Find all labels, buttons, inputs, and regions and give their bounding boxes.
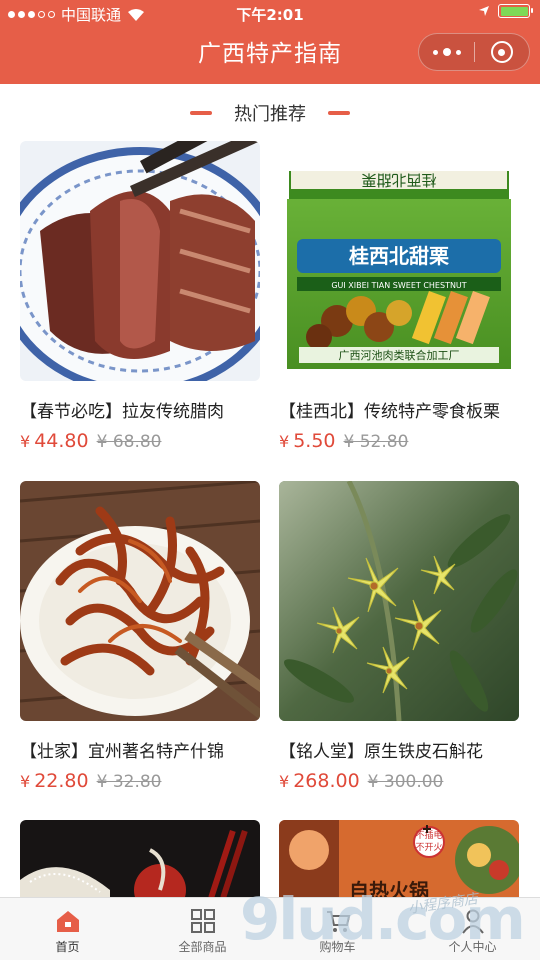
cart-icon (326, 911, 350, 932)
product-image-dendrobium-flowers[interactable] (279, 481, 519, 721)
box-label-subtitle: GUI XIBEI TIAN SWEET CHESTNUT (331, 281, 466, 290)
status-time: 下午2:01 (236, 6, 304, 24)
home-icon (56, 911, 79, 932)
tab-bar: 首页 全部商品 购物车 个人中心 (0, 897, 540, 960)
product-card-partial-hotpot[interactable]: 不插电 不开火 自热火锅 (279, 820, 519, 900)
section-bar-left (190, 111, 212, 115)
miniprogram-capsule (418, 33, 530, 71)
section-bar-right (328, 111, 350, 115)
tab-cart[interactable]: 购物车 (270, 898, 405, 960)
banner-stamp-line1: 不插电 (415, 829, 442, 841)
product-original-price: ¥ 68.80 (96, 432, 162, 452)
tab-label: 购物车 (319, 940, 356, 954)
close-button[interactable] (475, 34, 529, 70)
product-prices: ¥5.50 ¥ 52.80 (279, 430, 519, 452)
product-card[interactable]: 【壮家】宜州著名特产什锦 ¥22.80 ¥ 32.80 (20, 481, 260, 792)
tab-all-products[interactable]: 全部商品 (135, 898, 270, 960)
product-image-chestnut-box[interactable]: 桂西北甜栗 桂西北甜栗 GUI XIBEI TIAN SWEET CHESTNU… (279, 141, 519, 381)
person-icon (461, 909, 484, 934)
box-label-maker: 广西河池肉类联合加工厂 (339, 348, 460, 362)
product-prices: ¥44.80 ¥ 68.80 (20, 430, 260, 452)
product-price: ¥44.80 (20, 430, 89, 452)
tab-label: 全部商品 (178, 940, 227, 954)
tab-label: 个人中心 (448, 940, 497, 954)
product-name[interactable]: 【春节必吃】拉友传统腊肉 (20, 397, 260, 422)
product-card-partial-rice[interactable] (20, 820, 260, 900)
product-card[interactable]: 【春节必吃】拉友传统腊肉 ¥44.80 ¥ 68.80 (20, 141, 260, 452)
tab-profile[interactable]: 个人中心 (405, 898, 540, 960)
section-header: 热门推荐 (0, 98, 540, 128)
product-price: ¥5.50 (279, 430, 336, 452)
product-name[interactable]: 【铭人堂】原生铁皮石斛花 (279, 737, 519, 762)
status-bar: 中国联通 下午2:01 (0, 0, 540, 28)
more-button[interactable] (419, 34, 474, 70)
box-label-title: 桂西北甜栗 (348, 244, 449, 268)
svg-text:桂西北甜栗: 桂西北甜栗 (361, 171, 436, 189)
location-icon (479, 6, 489, 16)
product-price: ¥22.80 (20, 770, 89, 792)
product-name[interactable]: 【桂西北】传统特产零食板栗 (279, 397, 519, 422)
product-price: ¥268.00 (279, 770, 360, 792)
product-card[interactable]: 桂西北甜栗 桂西北甜栗 GUI XIBEI TIAN SWEET CHESTNU… (279, 141, 519, 452)
top-bar: 中国联通 下午2:01 广西特产指南 (0, 0, 540, 84)
product-original-price: ¥ 32.80 (96, 772, 162, 792)
product-prices: ¥22.80 ¥ 32.80 (20, 770, 260, 792)
close-circle-icon (490, 41, 513, 63)
product-image-cured-pork[interactable] (20, 141, 260, 381)
product-original-price: ¥ 52.80 (343, 432, 409, 452)
product-image-braised-strips[interactable] (20, 481, 260, 721)
banner-stamp-line2: 不开火 (415, 842, 442, 853)
grid-icon (190, 909, 215, 933)
product-name[interactable]: 【壮家】宜州著名特产什锦 (20, 737, 260, 762)
product-card[interactable]: 【铭人堂】原生铁皮石斛花 ¥268.00 ¥ 300.00 (279, 481, 519, 792)
battery-icon (498, 4, 533, 18)
product-prices: ¥268.00 ¥ 300.00 (279, 770, 519, 792)
product-original-price: ¥ 300.00 (367, 772, 444, 792)
tab-label: 首页 (55, 940, 80, 954)
tab-home[interactable]: 首页 (0, 898, 135, 960)
section-title: 热门推荐 (234, 104, 306, 125)
